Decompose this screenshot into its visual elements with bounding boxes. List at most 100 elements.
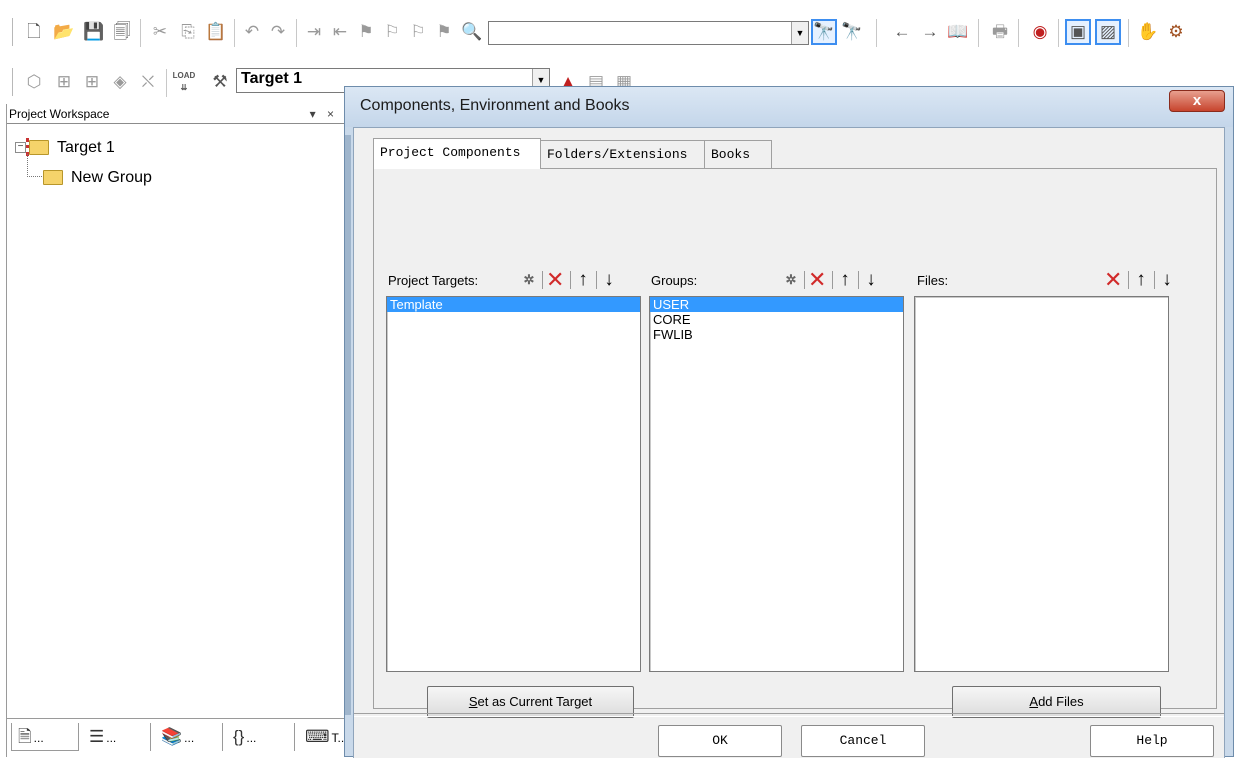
list-item[interactable]: USER — [650, 297, 903, 312]
button-label: et as Current Target — [477, 694, 593, 709]
dialog-title-bar[interactable]: Components, Environment and Books x — [345, 87, 1233, 127]
delete-target-icon[interactable]: ✕ — [546, 269, 564, 291]
tab-folders-extensions[interactable]: Folders/Extensions — [540, 140, 705, 168]
functions-icon: {} — [233, 727, 245, 746]
unindent-icon[interactable]: ⇤ — [328, 20, 352, 44]
tab-books[interactable]: Books — [704, 140, 772, 168]
undo-icon[interactable]: ↶ — [240, 20, 264, 44]
move-down-icon[interactable]: ↓ — [862, 269, 880, 291]
separator — [596, 271, 597, 289]
save-icon[interactable]: 💾 — [82, 20, 106, 44]
separator — [876, 19, 877, 47]
copy-icon[interactable]: ⎘ — [176, 20, 200, 44]
ok-button[interactable]: OK — [658, 725, 782, 757]
close-icon: x — [1192, 92, 1202, 109]
navigate-forward-icon[interactable]: → — [918, 20, 942, 44]
move-up-icon[interactable]: ↑ — [1132, 269, 1150, 291]
books-icon: 📚 — [161, 727, 183, 746]
separator — [1128, 271, 1129, 289]
open-folder-icon[interactable]: 📂 — [52, 20, 76, 44]
paste-icon[interactable]: 📋 — [204, 20, 228, 44]
workspace-title: Project Workspace — [9, 107, 110, 121]
targets-list[interactable]: Template — [386, 296, 641, 672]
workspace-header: Project Workspace ▾ × — [7, 104, 344, 124]
find-combo[interactable]: ▼ — [488, 21, 809, 45]
separator — [1018, 19, 1019, 47]
toolbar-grip[interactable] — [12, 68, 16, 96]
rebuild-icon[interactable]: ⊞ — [80, 70, 104, 94]
find-icon[interactable]: 🔭 — [811, 19, 837, 45]
button-label: dd Files — [1038, 694, 1084, 709]
bookmark-window-icon[interactable]: 📖 — [946, 20, 970, 44]
window-picture-icon[interactable]: ▨ — [1095, 19, 1121, 45]
stop-build-icon[interactable]: ⛌ — [136, 70, 160, 94]
indent-icon[interactable]: ⇥ — [302, 20, 326, 44]
delete-file-icon[interactable]: ✕ — [1104, 269, 1122, 291]
hand-icon[interactable]: ✋ — [1136, 20, 1160, 44]
files-list[interactable] — [914, 296, 1169, 672]
list-item[interactable]: CORE — [650, 312, 903, 327]
debug-session-icon[interactable]: ◉ — [1028, 20, 1052, 44]
collapse-icon[interactable]: − — [15, 142, 26, 154]
dialog-title: Components, Environment and Books — [360, 97, 630, 114]
separator — [1058, 19, 1059, 47]
tree-node-label: New Group — [71, 169, 152, 186]
window-layout-icon[interactable]: ▣ — [1065, 19, 1091, 45]
separator — [832, 271, 833, 289]
pane-controls[interactable]: ▾ × — [310, 104, 338, 124]
bookmark-toggle-icon[interactable]: ⚑ — [354, 20, 378, 44]
delete-group-icon[interactable]: ✕ — [808, 269, 826, 291]
redo-icon[interactable]: ↷ — [266, 20, 290, 44]
separator — [296, 19, 297, 47]
close-button[interactable]: x — [1169, 90, 1225, 112]
save-all-icon[interactable]: 🗐 — [110, 20, 134, 44]
list-item[interactable]: FWLIB — [650, 327, 903, 342]
navigate-back-icon[interactable]: ← — [890, 20, 914, 44]
load-icon[interactable]: LOAD ⇊ — [172, 70, 196, 94]
accel-key: A — [1029, 694, 1039, 709]
cut-icon[interactable]: ✂ — [148, 20, 172, 44]
target-options-icon[interactable]: ⚒ — [208, 70, 232, 94]
cancel-button[interactable]: Cancel — [801, 725, 925, 757]
bookmark-prev-icon[interactable]: ⚐ — [380, 20, 404, 44]
move-up-icon[interactable]: ↑ — [836, 269, 854, 291]
bookmark-next-icon[interactable]: ⚐ — [406, 20, 430, 44]
separator — [978, 19, 979, 47]
separator — [234, 19, 235, 47]
load-label: LOAD — [172, 71, 196, 80]
translate-icon[interactable]: ⬡ — [22, 70, 46, 94]
move-up-icon[interactable]: ↑ — [574, 269, 592, 291]
help-button[interactable]: Help — [1090, 725, 1214, 757]
tree-connector — [27, 154, 42, 177]
move-down-icon[interactable]: ↓ — [1158, 269, 1176, 291]
incremental-find-icon[interactable]: 🔭 — [840, 20, 864, 44]
move-down-icon[interactable]: ↓ — [600, 269, 618, 291]
files-icon: 🗎 — [18, 727, 32, 746]
project-components-panel: Project Targets: ✲ ✕ ↑ ↓ Template Groups… — [373, 168, 1217, 718]
tab-books[interactable]: 📚... — [155, 723, 223, 751]
tab-project-components[interactable]: Project Components — [373, 138, 541, 169]
toolbar-grip[interactable] — [12, 18, 16, 46]
build-icon[interactable]: ⊞ — [52, 70, 76, 94]
find-in-files-icon[interactable]: 🔍 — [460, 20, 484, 44]
bookmark-clear-icon[interactable]: ⚑ — [432, 20, 456, 44]
tab-functions[interactable]: {}... — [227, 723, 295, 751]
new-group-icon[interactable]: ✲ — [782, 269, 800, 291]
project-workspace-pane: Project Workspace ▾ × − Target 1 New Grou… — [6, 104, 348, 758]
groups-list[interactable]: USER CORE FWLIB — [649, 296, 904, 672]
tab-registers[interactable]: ☰... — [83, 723, 151, 751]
chevron-down-icon[interactable]: ▼ — [791, 22, 808, 44]
new-target-icon[interactable]: ✲ — [520, 269, 538, 291]
footer-separator — [354, 713, 1224, 717]
print-icon[interactable]: 🖶 — [988, 20, 1012, 44]
tab-files[interactable]: 🗎... — [11, 723, 79, 751]
batch-build-icon[interactable]: ◈ — [108, 70, 132, 94]
tab-templates[interactable]: ⌨ T... — [299, 723, 348, 751]
list-item[interactable]: Template — [387, 297, 640, 312]
settings-icon[interactable]: ⚙ — [1164, 20, 1188, 44]
separator — [570, 271, 571, 289]
separator — [542, 271, 543, 289]
tree-node-group[interactable]: New Group — [43, 168, 152, 188]
new-file-icon[interactable]: 🗋 — [22, 20, 46, 44]
workspace-tabs: 🗎... ☰... 📚... {}... ⌨ T... — [7, 718, 348, 758]
